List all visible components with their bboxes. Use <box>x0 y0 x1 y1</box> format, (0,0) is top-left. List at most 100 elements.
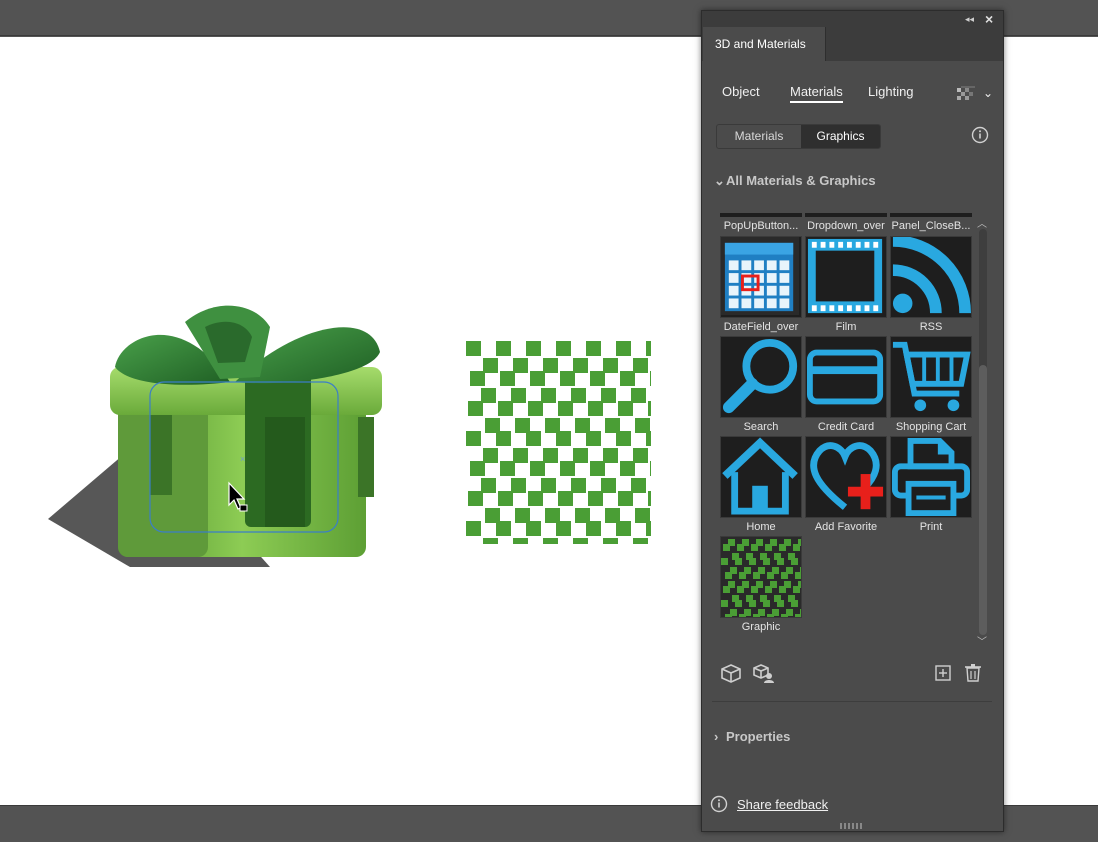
pattern-square <box>635 418 650 433</box>
scroll-thumb[interactable] <box>979 365 987 635</box>
film-hole <box>820 241 826 248</box>
graphic-tile-print[interactable]: Print <box>890 436 972 534</box>
pattern-square <box>603 448 618 463</box>
pattern-graphic-object[interactable] <box>466 341 651 544</box>
film-hole <box>873 241 879 248</box>
tab-lighting[interactable]: Lighting <box>868 83 914 101</box>
pattern-square <box>751 544 758 551</box>
pattern-square <box>603 358 618 373</box>
pattern-square <box>791 600 798 607</box>
grid-scrollbar[interactable]: ︿ ﹀ <box>976 215 988 648</box>
scroll-up-icon[interactable]: ︿ <box>977 215 987 230</box>
graphic-tile-add-favorite[interactable]: Add Favorite <box>805 436 887 534</box>
pattern-square <box>466 521 481 536</box>
pattern-square <box>528 401 543 416</box>
pattern-square <box>767 614 774 617</box>
tile-label: Credit Card <box>817 421 875 433</box>
pattern-square <box>513 448 528 463</box>
pattern-square <box>545 418 560 433</box>
pattern-square <box>470 461 485 476</box>
pattern-square <box>791 558 798 565</box>
apply-to-user-icon[interactable] <box>752 663 774 683</box>
calendar-cell <box>728 273 739 283</box>
tile-label: Film <box>835 321 857 333</box>
panel-tab-3d-materials[interactable]: 3D and Materials <box>703 27 825 61</box>
tab-materials[interactable]: Materials <box>790 83 843 103</box>
pattern-square <box>631 388 646 403</box>
film-hole <box>838 241 844 248</box>
graphic-tile-film[interactable]: Film <box>805 236 887 334</box>
chevron-down-icon[interactable]: ⌄ <box>983 85 993 101</box>
pattern-square <box>470 371 485 386</box>
render-icon[interactable] <box>957 86 975 102</box>
graphic-tile-datefield[interactable]: DateField_over <box>720 236 802 334</box>
pattern-square <box>575 418 590 433</box>
tile-thumbnail <box>890 336 972 418</box>
pattern-square <box>725 614 732 617</box>
graphic-tile-home[interactable]: Home <box>720 436 802 534</box>
panel-header[interactable]: ◂◂ × <box>702 11 1003 27</box>
pattern-square <box>543 448 558 463</box>
pattern-square <box>795 614 801 617</box>
add-new-icon[interactable] <box>932 663 954 683</box>
search-icon <box>722 338 798 414</box>
graphic-tile-credit-card[interactable]: Credit Card <box>805 336 887 434</box>
film-hole <box>811 241 817 248</box>
pattern-square <box>601 478 616 493</box>
apply-material-icon[interactable] <box>720 663 742 683</box>
tile-label[interactable]: PopUpButton... <box>720 220 802 232</box>
film-hole <box>864 241 870 248</box>
pattern-square <box>618 491 633 506</box>
pattern-square <box>560 371 575 386</box>
pattern-square <box>530 371 545 386</box>
tile-label: Print <box>919 521 943 533</box>
pattern-square <box>513 538 528 544</box>
pattern-square <box>633 538 648 544</box>
pattern-square <box>777 558 784 565</box>
pattern-square <box>586 341 601 356</box>
tile-label: Search <box>743 421 779 433</box>
pattern-square <box>496 341 511 356</box>
all-materials-graphics-section[interactable]: ⌄All Materials & Graphics <box>714 173 876 189</box>
gift-box-object[interactable]: × <box>40 267 400 577</box>
pattern-square <box>793 544 800 551</box>
info-icon[interactable] <box>971 126 989 144</box>
close-icon[interactable]: × <box>985 11 993 27</box>
calendar-cell <box>741 260 752 271</box>
pattern-square <box>737 586 744 593</box>
pattern-square <box>485 418 500 433</box>
graphic-tile-rss[interactable]: RSS <box>890 236 972 334</box>
pattern-square <box>648 401 651 416</box>
partial-thumb <box>890 213 972 217</box>
graphic-tile-shopping-cart[interactable]: Shopping Cart <box>890 336 972 434</box>
scroll-down-icon[interactable]: ﹀ <box>977 633 987 648</box>
share-feedback-label: Share feedback <box>737 797 829 812</box>
pattern-square <box>515 508 530 523</box>
share-feedback-link[interactable]: Share feedback <box>710 795 828 815</box>
pattern-square <box>635 508 650 523</box>
toggle-materials-button[interactable]: Materials <box>717 125 801 148</box>
delete-icon[interactable] <box>962 663 984 683</box>
collapse-panel-icon[interactable]: ◂◂ <box>965 13 974 25</box>
pattern-square <box>765 586 772 593</box>
section-title: All Materials & Graphics <box>726 173 876 188</box>
graphic-tile-graphic[interactable]: Graphic <box>720 536 802 634</box>
pattern-square <box>483 538 498 544</box>
toggle-graphics-button[interactable]: Graphics <box>801 125 880 148</box>
pattern-square <box>795 572 801 579</box>
pattern-square <box>575 508 590 523</box>
tab-object[interactable]: Object <box>722 83 760 101</box>
graphic-tile-search[interactable]: Search <box>720 336 802 434</box>
pattern-square <box>481 478 496 493</box>
resize-grip-icon[interactable] <box>840 823 864 829</box>
tile-label[interactable]: Dropdown_over <box>805 220 887 232</box>
tile-label[interactable]: Panel_CloseB... <box>890 220 972 232</box>
pattern-square <box>586 521 601 536</box>
tile-label: RSS <box>919 321 943 333</box>
pattern-square <box>571 478 586 493</box>
pattern-square <box>468 491 483 506</box>
tile-thumbnail <box>720 536 802 618</box>
properties-section[interactable]: › Properties <box>714 729 790 744</box>
pattern-square <box>483 358 498 373</box>
home-icon <box>722 437 798 515</box>
